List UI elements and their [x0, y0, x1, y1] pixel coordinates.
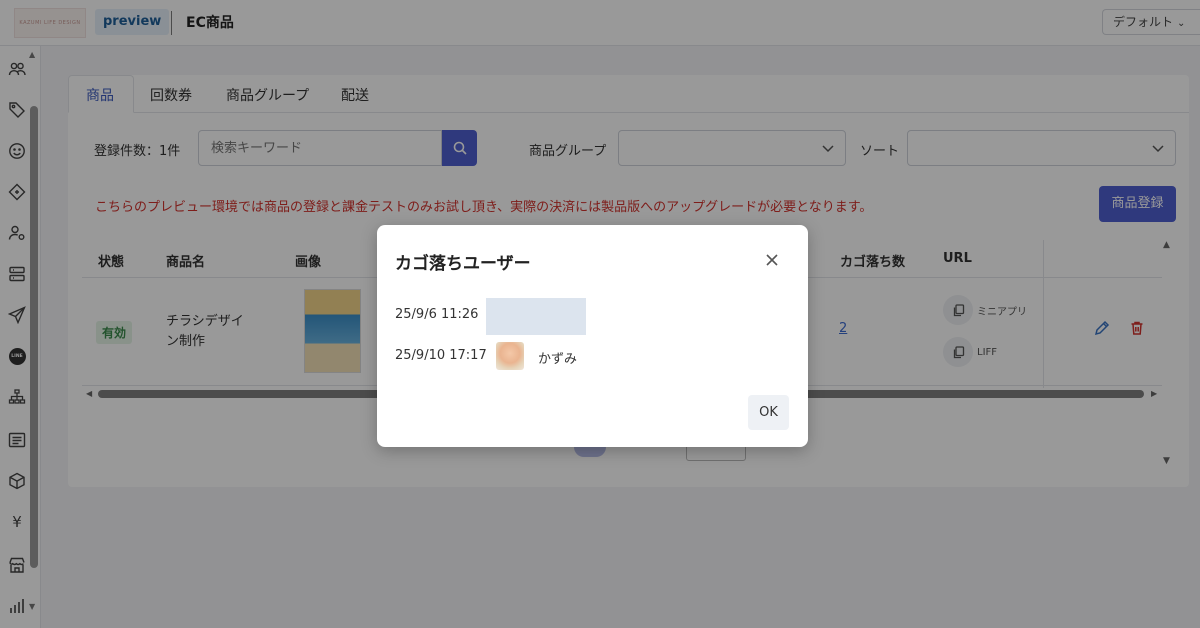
close-icon[interactable] [761, 249, 783, 271]
redacted-user [486, 298, 586, 335]
modal-title: カゴ落ちユーザー [395, 254, 531, 274]
avatar [496, 342, 524, 370]
cart-abandon-users-modal: カゴ落ちユーザー 25/9/6 11:26 25/9/10 17:17 かずみ … [377, 225, 808, 447]
ok-button[interactable]: OK [748, 395, 789, 430]
entry-time: 25/9/6 11:26 [395, 307, 479, 322]
user-name: かずみ [538, 352, 578, 367]
entry-time: 25/9/10 17:17 [395, 348, 487, 363]
